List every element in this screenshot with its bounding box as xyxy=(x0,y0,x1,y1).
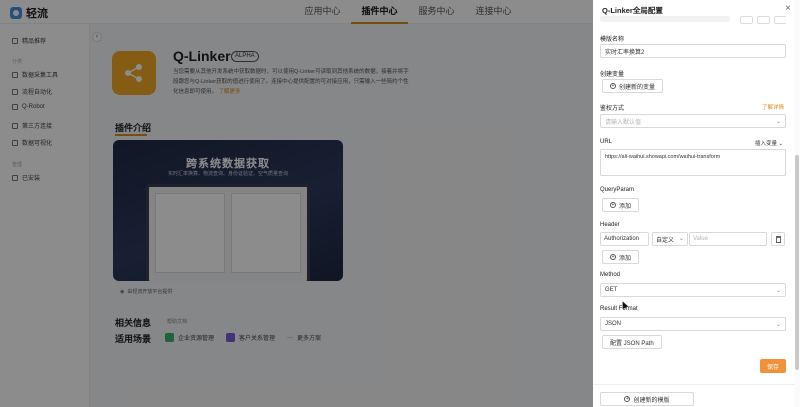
toolbar-bar xyxy=(600,16,730,22)
add-button-label: 添加 xyxy=(619,203,632,210)
chevron-down-icon: ⌄ xyxy=(775,119,781,125)
method-value: GET xyxy=(605,287,618,293)
chevron-down-icon: ⌄ xyxy=(775,288,781,294)
result-format-select[interactable]: JSON ⌄ xyxy=(600,317,786,331)
header-label: Header xyxy=(600,222,620,228)
close-icon[interactable]: × xyxy=(785,4,791,14)
auth-method-placeholder: 请输入默认值 xyxy=(605,119,642,126)
auth-method-label: 鉴权方式 xyxy=(600,106,625,112)
toolbar-button[interactable] xyxy=(757,16,770,24)
queryparam-label: QueryParam xyxy=(600,187,635,193)
create-template-button-label: 创建新的模版 xyxy=(633,397,670,404)
plus-circle-icon: + xyxy=(610,202,616,208)
add-queryparam-button[interactable]: + 添加 xyxy=(602,198,640,212)
chevron-down-icon: ⌄ xyxy=(775,322,781,328)
chevron-down-icon: ⌄ xyxy=(778,141,784,147)
add-header-button[interactable]: + 添加 xyxy=(602,250,640,264)
footer-divider xyxy=(593,384,795,385)
config-drawer: Q-Linker全局配置 × 模版名称 实时汇率换算2 创建变量 + 创建新的变… xyxy=(593,0,800,407)
result-format-label: Result Format xyxy=(600,306,638,312)
toolbar-button[interactable] xyxy=(774,16,786,24)
config-json-path-button[interactable]: 配置 JSON Path xyxy=(602,335,662,349)
save-button[interactable]: 保存 xyxy=(760,359,786,373)
toolbar-button[interactable] xyxy=(740,16,753,24)
insert-variable-label: 插入变量 xyxy=(755,141,778,147)
result-format-value: JSON xyxy=(605,321,622,327)
chevron-down-icon: ⌄ xyxy=(678,236,684,242)
create-variable-button[interactable]: + 创建新的变量 xyxy=(602,79,664,93)
method-label: Method xyxy=(600,272,621,278)
url-label: URL xyxy=(600,139,613,145)
drawer-scrollbar-thumb[interactable] xyxy=(795,155,799,370)
create-variable-button-label: 创建新的变量 xyxy=(619,84,656,91)
url-input[interactable]: https://ali-waihui.showapi.com/waihui-tr… xyxy=(600,149,786,176)
template-name-label: 模版名称 xyxy=(600,37,625,43)
top-toolbar-strip xyxy=(600,16,786,24)
header-key-input[interactable]: Authorization xyxy=(600,232,649,246)
drawer-title: Q-Linker全局配置 xyxy=(602,6,663,15)
header-value-input[interactable]: Value xyxy=(689,232,767,246)
auth-learn-more-link[interactable]: 了解详情 xyxy=(762,103,784,111)
create-variable-label: 创建变量 xyxy=(600,72,625,78)
create-template-button[interactable]: + 创建新的模版 xyxy=(600,392,694,406)
header-type-value: 自定义 xyxy=(656,237,675,244)
header-type-select[interactable]: 自定义 ⌄ xyxy=(652,232,688,246)
plus-circle-icon: + xyxy=(610,83,616,89)
insert-variable-dropdown[interactable]: 插入变量 ⌄ xyxy=(755,139,783,147)
add-button-label: 添加 xyxy=(619,255,632,262)
plus-circle-icon: + xyxy=(624,396,631,402)
auth-method-select[interactable]: 请输入默认值 ⌄ xyxy=(600,114,786,128)
method-select[interactable]: GET ⌄ xyxy=(600,283,786,297)
template-name-input[interactable]: 实时汇率换算2 xyxy=(600,44,786,58)
plus-circle-icon: + xyxy=(610,254,616,260)
delete-header-button[interactable] xyxy=(771,232,785,246)
trash-icon xyxy=(776,236,781,243)
